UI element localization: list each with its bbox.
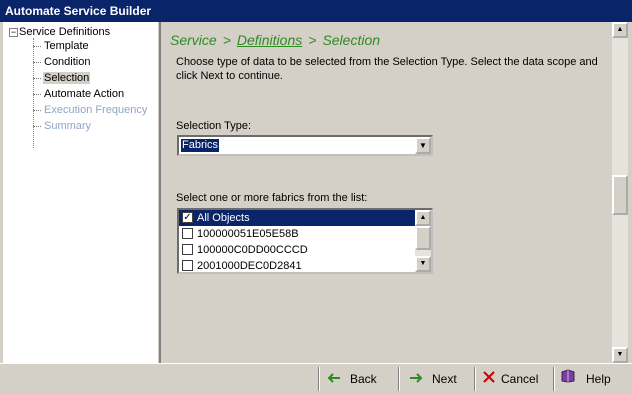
tree-item-label: Summary — [44, 120, 92, 132]
breadcrumb-service: Service — [170, 32, 217, 48]
checkbox[interactable] — [182, 228, 193, 239]
scroll-up-icon[interactable]: ▲ — [415, 210, 431, 226]
list-item[interactable]: 100000051E05E58B — [179, 226, 415, 242]
dropdown-arrow-icon[interactable]: ▼ — [415, 137, 431, 154]
navigation-tree: − Service Definitions Template Condition … — [3, 22, 157, 363]
list-item-all-objects[interactable]: ✓ All Objects — [179, 210, 415, 226]
checkbox[interactable]: ✓ — [182, 212, 193, 223]
list-item[interactable]: 100000C0DD00CCCD — [179, 242, 415, 258]
help-button[interactable]: Help — [560, 368, 611, 390]
list-item-label: 2001000DEC0D2841 — [197, 260, 302, 272]
next-button[interactable]: Next — [408, 368, 457, 390]
checkbox[interactable] — [182, 260, 193, 271]
breadcrumb-separator: > — [222, 32, 231, 48]
tree-item-automate-action[interactable]: Automate Action — [33, 87, 125, 101]
right-arrow-icon — [408, 368, 424, 390]
content-scrollbar[interactable]: ▲ ▼ — [612, 22, 628, 363]
listbox-scroll-thumb[interactable] — [415, 226, 431, 250]
fabric-listbox[interactable]: ✓ All Objects 100000051E05E58B 100000C0D… — [177, 208, 433, 274]
button-separator — [318, 367, 320, 391]
tree-item-label: Execution Frequency — [44, 104, 148, 116]
left-arrow-icon — [326, 368, 342, 390]
list-item-label: 100000051E05E58B — [197, 228, 299, 240]
collapse-icon[interactable]: − — [9, 27, 18, 37]
listbox-scrollbar[interactable]: ▲ ▼ — [415, 210, 431, 272]
list-item-label: All Objects — [197, 212, 250, 224]
breadcrumb-selection: Selection — [322, 32, 381, 48]
button-separator — [474, 367, 476, 391]
selection-type-dropdown[interactable]: Fabrics ▼ — [177, 135, 433, 156]
red-x-icon — [481, 368, 497, 390]
content-scroll-thumb[interactable] — [612, 175, 628, 215]
tree-root[interactable]: − Service Definitions — [9, 25, 110, 39]
next-button-label: Next — [432, 372, 457, 386]
window-title: Automate Service Builder — [0, 0, 632, 22]
button-separator — [553, 367, 555, 391]
tree-item-label: Selection — [43, 72, 91, 84]
tree-item-execution-frequency: Execution Frequency — [33, 103, 148, 117]
breadcrumb-separator: > — [308, 32, 317, 48]
wizard-button-bar: Back Next Cancel Help — [0, 363, 632, 394]
breadcrumb: Service > Definitions > Selection — [170, 32, 380, 48]
tree-item-label: Automate Action — [44, 88, 125, 100]
button-separator — [398, 367, 400, 391]
content-pane: Service > Definitions > Selection Choose typ… — [160, 22, 612, 363]
selection-type-label: Selection Type: — [176, 120, 252, 132]
scroll-down-icon[interactable]: ▼ — [612, 347, 628, 363]
help-button-label: Help — [586, 372, 611, 386]
fabric-list-label: Select one or more fabrics from the list… — [176, 192, 368, 204]
checkbox[interactable] — [182, 244, 193, 255]
cancel-button[interactable]: Cancel — [481, 368, 538, 390]
breadcrumb-definitions-link[interactable]: Definitions — [237, 32, 302, 48]
tree-item-template[interactable]: Template — [33, 39, 90, 53]
instructions-text: Choose type of data to be selected from … — [176, 56, 598, 82]
list-item[interactable]: 2001000DEC0D2841 — [179, 258, 415, 272]
scroll-down-icon[interactable]: ▼ — [415, 256, 431, 272]
back-button-label: Back — [350, 372, 377, 386]
tree-item-label: Template — [44, 40, 89, 52]
list-item-label: 100000C0DD00CCCD — [197, 244, 308, 256]
help-book-icon — [560, 368, 576, 390]
tree-item-label: Condition — [44, 56, 91, 68]
tree-item-condition[interactable]: Condition — [33, 55, 91, 69]
cancel-button-label: Cancel — [501, 372, 539, 386]
back-button[interactable]: Back — [326, 368, 377, 390]
selection-type-value: Fabrics — [181, 139, 220, 152]
tree-item-selection[interactable]: Selection — [33, 71, 91, 85]
scroll-up-icon[interactable]: ▲ — [612, 22, 628, 38]
tree-item-summary: Summary — [33, 119, 92, 133]
tree-root-label: Service Definitions — [19, 26, 111, 38]
